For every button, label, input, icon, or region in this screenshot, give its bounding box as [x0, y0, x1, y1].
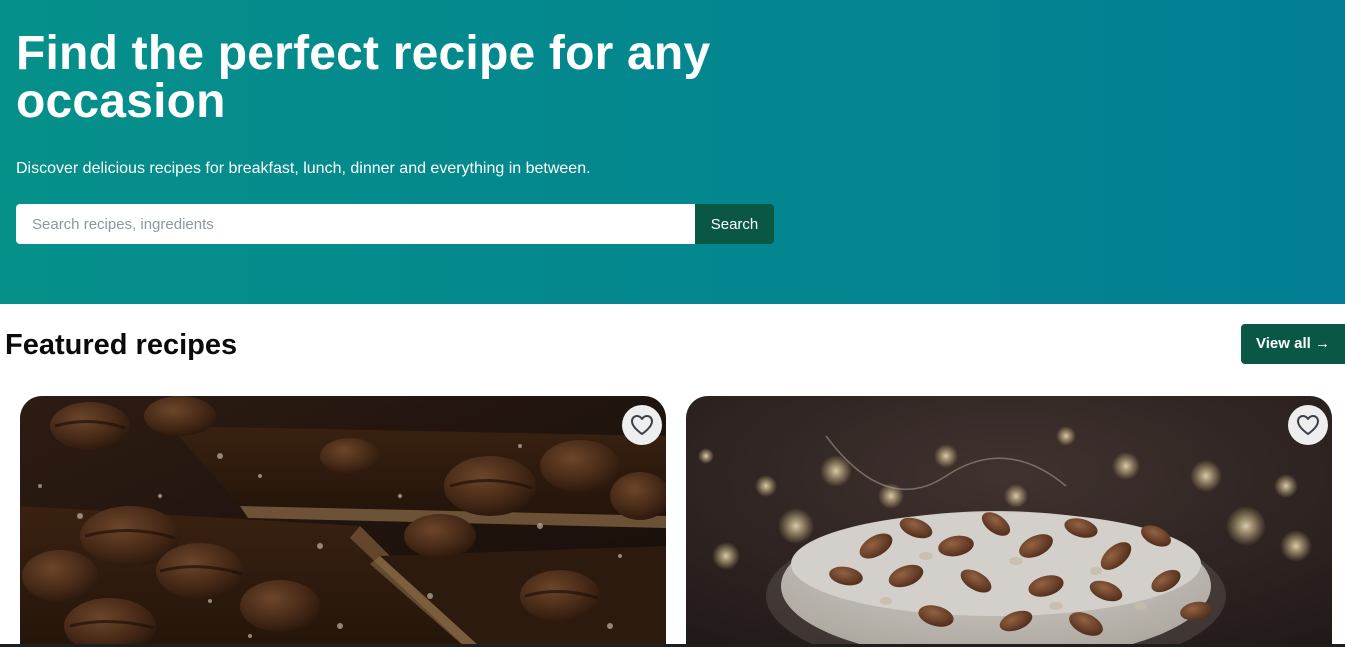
search-button[interactable]: Search — [695, 204, 774, 244]
search-input[interactable] — [16, 204, 695, 244]
hero-title: Find the perfect recipe for any occasion — [16, 27, 711, 128]
heart-outline-icon — [1297, 415, 1319, 435]
almond-dessert-cup-photo — [686, 396, 1332, 647]
heart-outline-icon — [631, 415, 653, 435]
favorite-button[interactable] — [622, 405, 662, 445]
recipe-card[interactable] — [686, 396, 1332, 647]
view-all-button[interactable]: View all → — [1241, 324, 1345, 364]
hero-subtitle: Discover delicious recipes for breakfast… — [16, 160, 591, 177]
featured-recipes-heading: Featured recipes — [5, 329, 238, 361]
search-form: Search — [16, 204, 774, 244]
pecan-pie-photo — [20, 396, 666, 647]
favorite-button[interactable] — [1288, 405, 1328, 445]
hero-banner: Find the perfect recipe for any occasion… — [0, 0, 1345, 304]
recipe-card[interactable] — [20, 396, 666, 647]
